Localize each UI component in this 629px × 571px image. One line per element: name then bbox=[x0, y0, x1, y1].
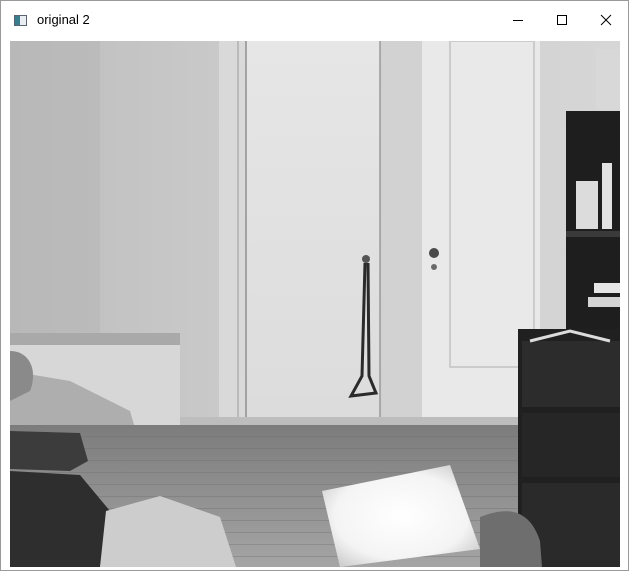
minimize-icon bbox=[513, 20, 523, 21]
wall-shadow bbox=[10, 41, 100, 341]
minimize-button[interactable] bbox=[496, 1, 540, 39]
close-button[interactable] bbox=[584, 1, 628, 39]
door-knob bbox=[362, 255, 370, 263]
wall-trim bbox=[219, 41, 249, 421]
camera-frame bbox=[10, 41, 620, 567]
maximize-icon bbox=[557, 15, 567, 25]
app-window: original 2 bbox=[0, 0, 629, 571]
left-door bbox=[246, 41, 380, 419]
title-bar[interactable]: original 2 bbox=[1, 1, 628, 39]
door-knob-right bbox=[429, 248, 439, 258]
door-frame bbox=[382, 41, 422, 419]
image-viewport bbox=[10, 41, 620, 567]
app-window-icon bbox=[14, 15, 27, 26]
close-icon bbox=[600, 14, 612, 26]
chair bbox=[10, 431, 88, 471]
window-title: original 2 bbox=[37, 12, 90, 27]
maximize-button[interactable] bbox=[540, 1, 584, 39]
